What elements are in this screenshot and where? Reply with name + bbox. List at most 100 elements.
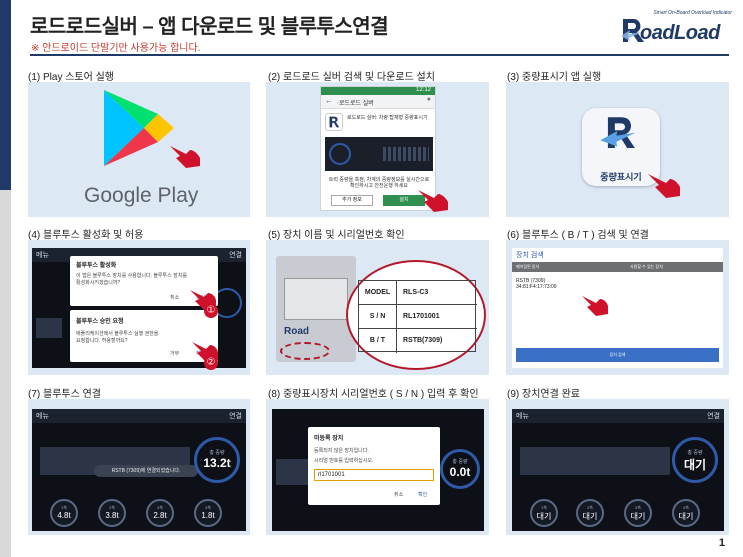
dialog-deny-button[interactable]: 거부 bbox=[170, 350, 179, 357]
device-mac: 34:81:F4:17:73:09 bbox=[516, 284, 557, 290]
app-screenshot-strip bbox=[325, 137, 433, 171]
device-list-item[interactable]: RSTB (7309) 34:81:F4:17:73:09 bbox=[516, 278, 557, 290]
mic-icon[interactable]: ● bbox=[427, 96, 431, 103]
roadload-logo: Smart On-Board Overload Indicator oadLoa… bbox=[620, 8, 732, 48]
step-marker-2: ② bbox=[204, 356, 218, 370]
gauge-label: 총 중량 bbox=[452, 459, 468, 465]
screenshot-gauge bbox=[329, 143, 351, 165]
gauge-value: 13.2t bbox=[203, 456, 231, 470]
panel-5-label: (5) 장치 이름 및 시리얼번호 확인 bbox=[268, 230, 405, 241]
logo-wordmark: oadLoad bbox=[640, 22, 720, 44]
available-devices-column: 사용할 수 있는 장치 bbox=[630, 264, 663, 269]
device-body: Road bbox=[276, 256, 356, 362]
total-weight-gauge: 총 중량 대기 bbox=[672, 437, 718, 483]
panel-2-download: 12:12 ← 로드로드 실버 ● 로드로드 실버: 차량 탑재형 중량표시기 … bbox=[266, 82, 489, 217]
axle-value: 1.8t bbox=[201, 511, 215, 520]
axle-value: 대기 bbox=[536, 512, 552, 521]
app-icon bbox=[325, 113, 343, 131]
bluetooth-key: B / T bbox=[359, 329, 397, 353]
menu-button[interactable]: 메뉴 bbox=[36, 411, 49, 421]
panel-9-label: (9) 장치연결 완료 bbox=[507, 389, 580, 400]
menu-button[interactable]: 메뉴 bbox=[36, 250, 49, 260]
device-label-table: MODEL RLS-C3 S / N RL1701001 B / T RSTB(… bbox=[358, 280, 477, 353]
scan-header: 장치 검색 bbox=[516, 252, 544, 259]
axle-value: 대기 bbox=[582, 512, 598, 521]
page-number: 1 bbox=[718, 537, 725, 549]
axle-value: 대기 bbox=[630, 512, 646, 521]
panel-3-launch-app: 중량표시기 bbox=[506, 82, 729, 217]
dialog-ok-button[interactable]: 확인 bbox=[418, 491, 427, 498]
step-marker-1: ① bbox=[204, 304, 218, 318]
device-scan-screen: 장치 검색 페어링된 장치 사용할 수 있는 장치 RSTB (7309) 34… bbox=[512, 248, 723, 368]
device-scan-button[interactable]: 장치 검색 bbox=[516, 348, 719, 362]
axle-gauge-3: 3축 2.8t bbox=[146, 499, 174, 527]
dialog-body-line-2: 시리얼 번호를 입력하십시오. bbox=[314, 458, 374, 464]
dialog-title: 미등록 장치 bbox=[314, 436, 344, 442]
axle-gauge-3: 3축 대기 bbox=[624, 499, 652, 527]
axle-gauge-2: 2축 3.8t bbox=[98, 499, 126, 527]
side-accent-bar-gray bbox=[0, 190, 11, 557]
search-bar[interactable]: ← 로드로드 실버 ● bbox=[321, 95, 435, 109]
app-screen-dark: 메뉴 연결 총 중량 대기 1축 대기 2축 대기 3축 대기 4축 대기 bbox=[512, 409, 724, 531]
dialog-body-line-2: 요청합니다. 허용할까요? bbox=[76, 338, 128, 344]
back-arrow-icon[interactable]: ← bbox=[325, 96, 333, 105]
axle-value: 2.8t bbox=[153, 511, 167, 520]
app-screen-dark: 총 중량 0.0t 미등록 장치 등록되지 않은 장치입니다. 시리얼 번호를 … bbox=[272, 409, 484, 531]
gauge-value: 대기 bbox=[683, 458, 707, 472]
google-play-wordmark: Google Play bbox=[84, 184, 199, 207]
menu-button[interactable]: 메뉴 bbox=[516, 411, 529, 421]
panel-6-label: (6) 블루투스 ( B / T ) 검색 및 연결 bbox=[507, 230, 649, 241]
status-time: 12:12 bbox=[415, 87, 431, 93]
gauge-value: 0.0t bbox=[449, 465, 471, 479]
pointing-hand-icon bbox=[582, 296, 608, 316]
serial-key: S / N bbox=[359, 305, 397, 329]
label-zoom-circle: MODEL RLS-C3 S / N RL1701001 B / T RSTB(… bbox=[346, 260, 486, 370]
paired-devices-column: 페어링된 장치 bbox=[516, 264, 540, 269]
total-weight-gauge: 총 중량 13.2t bbox=[194, 437, 240, 483]
pointing-hand-icon bbox=[648, 174, 680, 198]
google-play-icon bbox=[104, 90, 174, 166]
panel-8-serial-entry: 총 중량 0.0t 미등록 장치 등록되지 않은 장치입니다. 시리얼 번호를 … bbox=[266, 399, 489, 535]
app-screen-dark: 메뉴 연결 RSTB (7309)에 연결되었습니다. 총 중량 13.2t 1… bbox=[32, 409, 246, 531]
gauge-label: 총 중량 bbox=[209, 450, 225, 456]
app-name: 로드로드 실버: 차량 탑재형 중량표시기 bbox=[347, 115, 428, 121]
connect-button[interactable]: 연결 bbox=[229, 250, 242, 260]
panel-1-play-store: Google Play bbox=[28, 82, 250, 217]
axle-value: 대기 bbox=[678, 512, 694, 521]
panel-6-bluetooth-scan: 장치 검색 페어링된 장치 사용할 수 있는 장치 RSTB (7309) 34… bbox=[506, 240, 729, 375]
dialog-title: 블루투스 승인 요청 bbox=[76, 319, 124, 325]
axle-gauge-1: 1축 대기 bbox=[530, 499, 558, 527]
panel-8-label: (8) 중량표시장치 시리얼번호 ( S / N ) 입력 후 확인 bbox=[268, 389, 479, 400]
connect-button[interactable]: 연결 bbox=[229, 411, 242, 421]
pointing-hand-icon bbox=[170, 146, 200, 168]
total-weight-gauge: 총 중량 0.0t bbox=[440, 449, 480, 489]
serial-number-input[interactable]: rl1701001 bbox=[314, 469, 434, 481]
connected-toast: RSTB (7309)에 연결되었습니다. bbox=[94, 465, 198, 477]
dialog-cancel-button[interactable]: 취소 bbox=[170, 294, 179, 301]
truck-graphic bbox=[520, 447, 670, 475]
scan-columns-bar: 페어링된 장치 사용할 수 있는 장치 bbox=[512, 262, 723, 272]
panel-9-connection-complete: 메뉴 연결 총 중량 대기 1축 대기 2축 대기 3축 대기 4축 대기 bbox=[506, 399, 729, 535]
dialog-cancel-button[interactable]: 취소 bbox=[394, 491, 403, 498]
roadload-r-icon bbox=[329, 116, 340, 128]
logo-tagline: Smart On-Board Overload Indicator bbox=[653, 10, 732, 16]
search-query: 로드로드 실버 bbox=[339, 101, 374, 107]
model-key: MODEL bbox=[359, 281, 397, 305]
page-title: 로드로드실버 – 앱 다운로드 및 블루투스연결 bbox=[30, 16, 389, 38]
side-accent-bar bbox=[0, 0, 11, 190]
truck-cab-graphic bbox=[36, 318, 62, 338]
panel-1-label: (1) Play 스토어 실행 bbox=[28, 72, 115, 83]
panel-3-label: (3) 중량표시기 앱 실행 bbox=[507, 72, 602, 83]
panel-4-label: (4) 블루투스 활성화 및 허용 bbox=[28, 230, 144, 241]
dialog-body-line-1: 이 앱은 블루투스 장치를 사용합니다. 블루투스 장치를 bbox=[76, 273, 187, 279]
screenshot-bars bbox=[383, 147, 429, 161]
pointing-hand-icon bbox=[418, 190, 448, 212]
device-display-window bbox=[284, 278, 348, 320]
label-highlight-circle bbox=[280, 342, 330, 360]
roadload-r-icon bbox=[600, 117, 636, 148]
axle-gauge-1: 1축 4.8t bbox=[50, 499, 78, 527]
dialog-body-line-1: 등록되지 않은 장치입니다. bbox=[314, 448, 369, 454]
app-top-bar: 메뉴 연결 bbox=[512, 409, 724, 423]
more-info-button[interactable]: 추가 정보 bbox=[331, 195, 373, 206]
connect-button[interactable]: 연결 bbox=[707, 411, 720, 421]
